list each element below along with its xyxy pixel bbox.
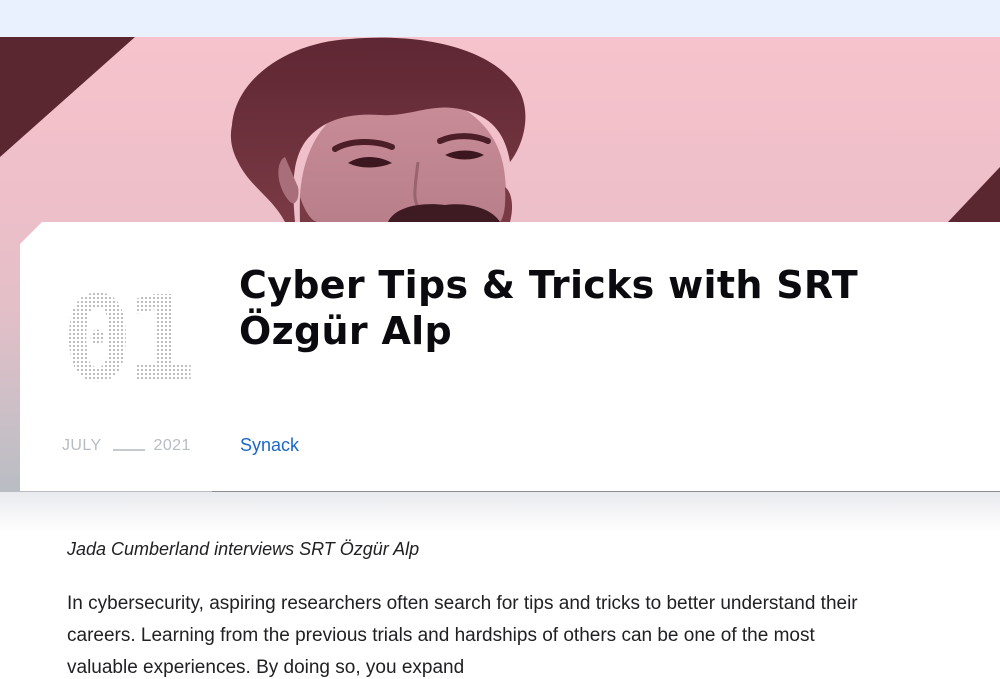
article-title: Cyber Tips & Tricks with SRT Özgür Alp bbox=[239, 263, 858, 353]
hero-shadow bbox=[0, 492, 1000, 532]
publish-date: JULY 2021 bbox=[62, 436, 191, 456]
article-intro: In cybersecurity, aspiring researchers o… bbox=[67, 593, 858, 678]
article-byline: Jada Cumberland interviews SRT Özgür Alp bbox=[67, 539, 420, 559]
decor-diagonal-right bbox=[948, 167, 1000, 222]
top-bar bbox=[0, 0, 1000, 37]
portrait bbox=[230, 37, 526, 223]
publish-year: 2021 bbox=[153, 437, 191, 454]
card-divider bbox=[212, 491, 1000, 492]
category-link[interactable]: Synack bbox=[240, 435, 299, 456]
article-page: 01 Cyber Tips & Tricks with SRT Özgür Al… bbox=[0, 0, 1000, 679]
issue-number: 01 bbox=[62, 280, 199, 400]
date-separator bbox=[112, 449, 145, 451]
decor-diagonal-left bbox=[0, 37, 135, 157]
issue-number-text: 01 bbox=[62, 280, 191, 400]
publish-month: JULY bbox=[62, 437, 102, 454]
